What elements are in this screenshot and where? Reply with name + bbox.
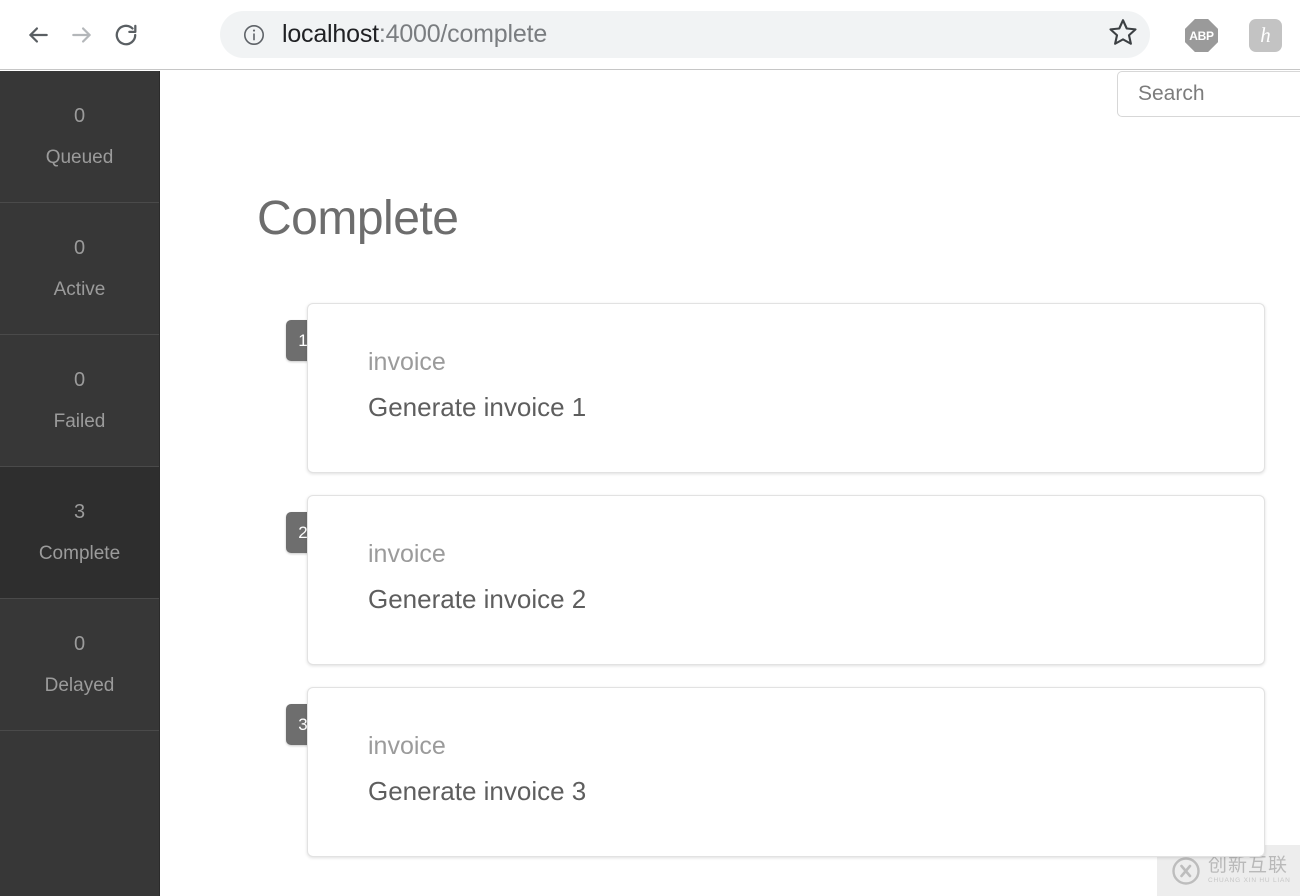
reload-button[interactable] — [104, 13, 148, 57]
url-path: :4000/complete — [378, 20, 548, 48]
browser-toolbar: localhost:4000/complete ABP h — [0, 0, 1300, 70]
forward-button[interactable] — [60, 13, 104, 57]
job-card[interactable]: invoice Generate invoice 3 — [307, 687, 1265, 857]
abp-icon: ABP — [1185, 19, 1218, 52]
url-host: localhost — [282, 20, 379, 48]
sidebar-label-queued: Queued — [45, 147, 114, 168]
job-queue-name: invoice — [368, 540, 446, 568]
main-content: filter... Complete 1 invoice Generate in… — [160, 71, 1300, 896]
job-title: Generate invoice 2 — [368, 584, 587, 614]
address-bar[interactable]: localhost:4000/complete — [220, 11, 1150, 58]
job-list: 1 invoice Generate invoice 1 2 invoice G… — [286, 303, 1267, 879]
honey-icon: h — [1249, 19, 1282, 52]
sidebar-count-failed: 0 — [73, 369, 86, 391]
job-item: 3 invoice Generate invoice 3 — [286, 687, 1267, 857]
sidebar-count-complete: 3 — [73, 501, 86, 523]
bookmark-button[interactable] — [1100, 11, 1146, 57]
arrow-left-icon — [25, 22, 51, 48]
sidebar-label-delayed: Delayed — [44, 675, 115, 696]
sidebar-count-active: 0 — [73, 237, 86, 259]
watermark-cn: 创新互联 — [1208, 854, 1289, 877]
job-title: Generate invoice 1 — [368, 392, 587, 422]
watermark-pinyin: CHUANG XIN HU LIAN — [1208, 877, 1291, 885]
page-title: Complete — [257, 192, 459, 245]
sidebar-item-complete[interactable]: 3 Complete — [0, 467, 159, 599]
job-title: Generate invoice 3 — [368, 776, 587, 806]
sidebar-label-complete: Complete — [38, 543, 121, 564]
url-text: localhost:4000/complete — [282, 20, 547, 49]
job-item: 1 invoice Generate invoice 1 — [286, 303, 1267, 473]
search-filter-bar: filter... — [1117, 71, 1300, 117]
sidebar-item-delayed[interactable]: 0 Delayed — [0, 599, 159, 731]
sidebar-item-queued[interactable]: 0 Queued — [0, 71, 159, 203]
sidebar-label-active: Active — [53, 279, 106, 300]
extension-adblock-plus[interactable]: ABP — [1184, 18, 1219, 53]
star-outline-icon — [1108, 17, 1138, 52]
sidebar-item-failed[interactable]: 0 Failed — [0, 335, 159, 467]
back-button[interactable] — [16, 13, 60, 57]
watermark-text: 创新互联 CHUANG XIN HU LIAN — [1208, 856, 1291, 885]
job-card[interactable]: invoice Generate invoice 2 — [307, 495, 1265, 665]
sidebar-label-failed: Failed — [53, 411, 106, 432]
sidebar: 0 Queued 0 Active 0 Failed 3 Complete 0 … — [0, 71, 160, 896]
search-input[interactable] — [1117, 71, 1300, 117]
watermark-logo-icon — [1171, 856, 1201, 886]
arrow-right-icon — [69, 22, 95, 48]
extension-honey[interactable]: h — [1248, 18, 1283, 53]
job-card[interactable]: invoice Generate invoice 1 — [307, 303, 1265, 473]
info-circle-icon[interactable] — [242, 23, 266, 47]
sidebar-item-active[interactable]: 0 Active — [0, 203, 159, 335]
page-viewport: 0 Queued 0 Active 0 Failed 3 Complete 0 … — [0, 71, 1300, 896]
sidebar-count-queued: 0 — [73, 105, 86, 127]
reload-icon — [113, 22, 139, 48]
job-queue-name: invoice — [368, 732, 446, 760]
sidebar-count-delayed: 0 — [73, 633, 86, 655]
job-item: 2 invoice Generate invoice 2 — [286, 495, 1267, 665]
job-queue-name: invoice — [368, 348, 446, 376]
